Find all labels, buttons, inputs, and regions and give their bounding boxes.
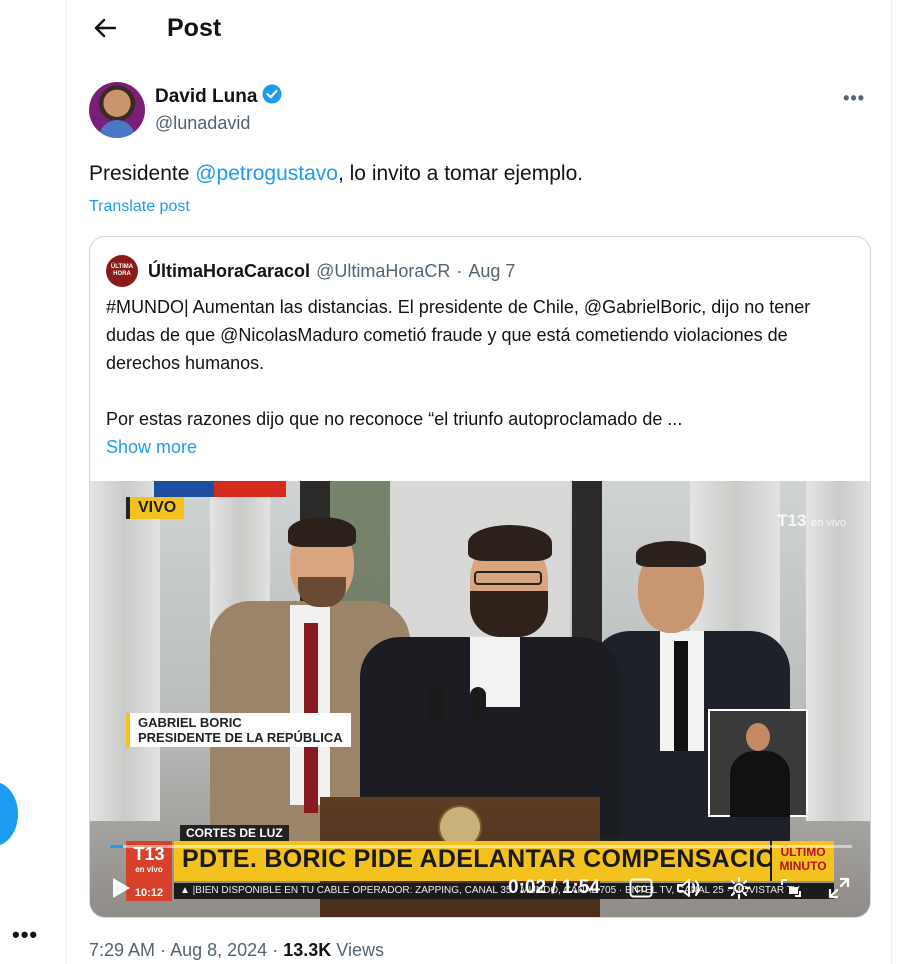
more-icon[interactable]: ••• bbox=[843, 88, 865, 109]
video-controls: 0:02 / 1:54 CC bbox=[90, 481, 870, 917]
views-count: 13.3K bbox=[283, 940, 332, 960]
play-icon[interactable] bbox=[108, 875, 134, 901]
post-text-end: , lo invito a tomar ejemplo. bbox=[337, 162, 584, 185]
post-text: Presidente @petrogustavo, lo invito a to… bbox=[89, 160, 583, 188]
pip-icon[interactable] bbox=[778, 875, 804, 901]
quote-text: #MUNDO| Aumentan las distancias. El pres… bbox=[106, 293, 862, 461]
svg-text:CC: CC bbox=[635, 884, 648, 894]
meta-separator: · bbox=[272, 940, 279, 960]
show-more-link[interactable]: Show more bbox=[106, 433, 862, 461]
post-meta: 7:29 AM · Aug 8, 2024 · 13.3K Views bbox=[89, 940, 384, 961]
post-text-start: Presidente bbox=[89, 162, 196, 185]
left-rail: ••• bbox=[0, 0, 66, 964]
quote-paragraph: #MUNDO| Aumentan las distancias. El pres… bbox=[106, 297, 811, 373]
quote-date[interactable]: Aug 7 bbox=[468, 261, 515, 282]
captions-icon[interactable]: CC bbox=[628, 875, 654, 901]
video-progress-bar[interactable] bbox=[110, 845, 852, 848]
meta-separator: · bbox=[160, 940, 167, 960]
quote-header: ÚLTIMA HORA ÚltimaHoraCaracol @UltimaHor… bbox=[106, 255, 515, 287]
page-title: Post bbox=[167, 14, 222, 42]
quote-avatar[interactable]: ÚLTIMA HORA bbox=[106, 255, 138, 287]
header: Post bbox=[67, 0, 891, 60]
video-player[interactable]: VIVO T13 en vivo GABRIEL BORIC PRESIDENT… bbox=[90, 481, 870, 917]
back-arrow-icon[interactable] bbox=[91, 14, 119, 42]
author-name[interactable]: David Luna bbox=[155, 86, 257, 108]
post-column: Post David Luna @lunadavid ••• President… bbox=[66, 0, 892, 964]
translate-post-link[interactable]: Translate post bbox=[89, 198, 190, 216]
avatar[interactable] bbox=[89, 82, 145, 138]
post-date[interactable]: Aug 8, 2024 bbox=[170, 940, 267, 960]
video-progress-fill bbox=[110, 845, 123, 848]
views-label: Views bbox=[336, 940, 384, 960]
fullscreen-icon[interactable] bbox=[826, 875, 852, 901]
settings-icon[interactable] bbox=[726, 875, 752, 901]
author-block: David Luna @lunadavid bbox=[89, 82, 282, 138]
volume-icon[interactable] bbox=[676, 875, 704, 901]
quote-author-name[interactable]: ÚltimaHoraCaracol bbox=[148, 261, 310, 282]
quoted-post[interactable]: ÚLTIMA HORA ÚltimaHoraCaracol @UltimaHor… bbox=[89, 236, 871, 918]
quote-paragraph: Por estas razones dijo que no reconoce “… bbox=[106, 409, 683, 429]
video-time: 0:02 / 1:54 bbox=[508, 877, 600, 898]
mention-link[interactable]: @petrogustavo bbox=[195, 162, 338, 185]
quote-separator: · bbox=[456, 260, 463, 281]
compose-button[interactable] bbox=[0, 782, 18, 846]
verified-badge-icon bbox=[262, 84, 282, 109]
post-time[interactable]: 7:29 AM bbox=[89, 940, 155, 960]
quote-author-handle[interactable]: @UltimaHoraCR bbox=[316, 261, 450, 282]
author-handle[interactable]: @lunadavid bbox=[155, 113, 282, 134]
more-dots-icon[interactable]: ••• bbox=[12, 922, 38, 948]
